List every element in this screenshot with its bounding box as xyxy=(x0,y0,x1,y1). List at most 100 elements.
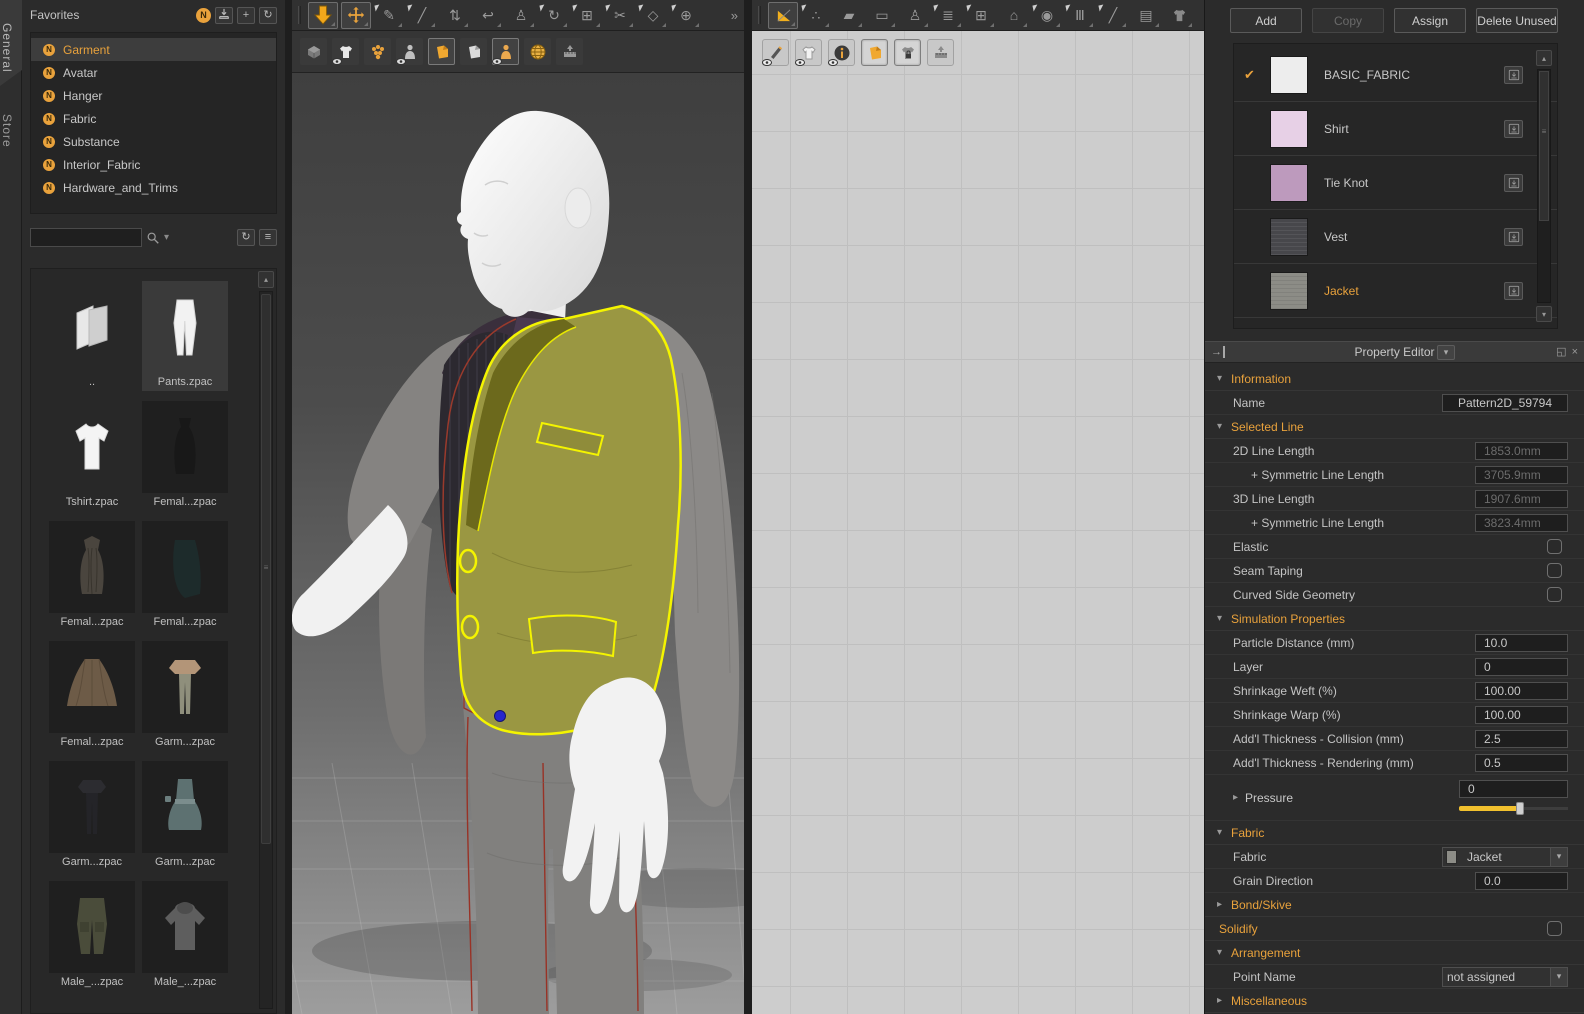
edit-pattern-tool[interactable]: ∴ xyxy=(801,2,831,29)
pen-3d-tool[interactable]: ✎ xyxy=(374,2,404,29)
segment-sewing-tool[interactable]: ⊞ xyxy=(966,2,996,29)
shrink-tool[interactable]: ◉ xyxy=(1032,2,1062,29)
scroll-up-button[interactable]: ▴ xyxy=(1536,50,1552,66)
fabric-swatch[interactable] xyxy=(1270,272,1308,310)
search-filter-caret[interactable]: ▾ xyxy=(164,232,169,243)
close-panel-button[interactable]: × xyxy=(1572,345,1578,359)
add-favorite-button[interactable]: + xyxy=(237,7,255,24)
scroll-down-button[interactable]: ▾ xyxy=(1536,306,1552,322)
view-mode-button[interactable]: ≡ xyxy=(259,229,277,246)
avatar-tool[interactable]: ♙ xyxy=(506,2,536,29)
tab-store[interactable]: Store xyxy=(0,102,22,160)
rectangle-tool[interactable]: ▭ xyxy=(867,2,897,29)
section-bond-skive[interactable]: ▸ Bond/Skive xyxy=(1205,893,1584,917)
simulate-button[interactable] xyxy=(308,2,338,29)
2d-pattern-canvas[interactable] xyxy=(752,31,1204,1014)
scrollbar-track[interactable]: ≡ xyxy=(259,291,273,1009)
name-input[interactable]: Pattern2D_59794 xyxy=(1442,394,1568,412)
library-item-tshirt[interactable]: Tshirt.zpac xyxy=(49,401,135,511)
fabric-assign-button[interactable]: Assign xyxy=(1394,8,1466,33)
slider-knob[interactable] xyxy=(1516,802,1524,815)
library-item-garment-outfit-1[interactable]: Garm...zpac xyxy=(142,641,228,751)
library-item-garment-dress[interactable]: Garm...zpac xyxy=(142,761,228,871)
fabric-save-button[interactable] xyxy=(1504,66,1523,84)
transform-pattern-tool[interactable] xyxy=(768,2,798,29)
polygon-tool[interactable]: ▰ xyxy=(834,2,864,29)
library-item-female-skirt-2[interactable]: Femal...zpac xyxy=(49,641,135,751)
tape-measure-2d-toggle[interactable] xyxy=(927,39,954,66)
favorites-item-interior-fabric[interactable]: N Interior_Fabric xyxy=(31,153,276,176)
scroll-up-button[interactable]: ▴ xyxy=(258,271,274,288)
selected-point-blue[interactable] xyxy=(495,711,506,722)
show-pattern-fill-2d-toggle[interactable] xyxy=(861,39,888,66)
fabric-swatch[interactable] xyxy=(1270,218,1308,256)
show-avatar-silhouette-toggle[interactable] xyxy=(492,38,519,65)
fabric-row-basic-fabric[interactable]: ✔ BASIC_FABRIC xyxy=(1234,48,1557,102)
library-item-pants[interactable]: Pants.zpac xyxy=(142,281,228,391)
show-pattern-info-toggle[interactable] xyxy=(828,39,855,66)
show-stroke-toggle[interactable] xyxy=(762,39,789,66)
grain-direction-input[interactable]: 0.0 xyxy=(1475,872,1568,890)
library-item-folder-up[interactable]: .. xyxy=(49,281,135,391)
fabric-save-button[interactable] xyxy=(1504,120,1523,138)
section-information[interactable]: ▾ Information xyxy=(1205,367,1584,391)
shrinkage-weft-input[interactable]: 100.00 xyxy=(1475,682,1568,700)
fabric-row-shirt[interactable]: Shirt xyxy=(1234,102,1557,156)
favorites-item-avatar[interactable]: N Avatar xyxy=(31,61,276,84)
fold-arrangement-tool[interactable]: ↩ xyxy=(473,2,503,29)
fabric-save-button[interactable] xyxy=(1504,174,1523,192)
show-environment-toggle[interactable] xyxy=(524,38,551,65)
grid-sewing-tool[interactable]: ⊞ xyxy=(572,2,602,29)
show-pattern-fill-toggle[interactable] xyxy=(428,38,455,65)
elastic-checkbox[interactable] xyxy=(1547,539,1562,554)
section-arrangement[interactable]: ▾ Arrangement xyxy=(1205,941,1584,965)
fabric-row-vest[interactable]: Vest xyxy=(1234,210,1557,264)
notch-tool[interactable]: ╱ xyxy=(1098,2,1128,29)
section-simulation-properties[interactable]: ▾ Simulation Properties xyxy=(1205,607,1584,631)
toolbar-handle[interactable] xyxy=(298,6,301,24)
fabric-save-button[interactable] xyxy=(1504,228,1523,246)
fabric-delete-unused-button[interactable]: Delete Unused xyxy=(1476,8,1558,33)
scrollbar-thumb[interactable]: ≡ xyxy=(261,294,271,844)
show-garment-2d-toggle[interactable] xyxy=(795,39,822,66)
solidify-checkbox[interactable] xyxy=(1547,921,1562,936)
pressure-slider[interactable] xyxy=(1459,802,1568,815)
favorites-item-substance[interactable]: N Substance xyxy=(31,130,276,153)
3d-canvas[interactable] xyxy=(292,73,744,1014)
search-icon[interactable] xyxy=(146,231,160,245)
favorites-item-hardware-and-trims[interactable]: N Hardware_and_Trims xyxy=(31,176,276,199)
popout-panel-button[interactable]: ◱ xyxy=(1556,345,1566,359)
pin-box-tool[interactable]: ◇ xyxy=(638,2,668,29)
import-button[interactable] xyxy=(215,7,233,24)
search-input[interactable] xyxy=(30,228,142,247)
garment-3d-tool[interactable] xyxy=(1164,2,1194,29)
point-name-dropdown[interactable]: not assigned ▾ xyxy=(1442,967,1568,987)
thickness-collision-input[interactable]: 2.5 xyxy=(1475,730,1568,748)
fabric-dropdown[interactable]: Jacket ▾ xyxy=(1442,847,1568,867)
refresh-favorites-button[interactable]: ↻ xyxy=(259,7,277,24)
library-item-male-hoodie[interactable]: Male_...zpac xyxy=(142,881,228,991)
library-item-male-pants[interactable]: Male_...zpac xyxy=(49,881,135,991)
thickness-rendering-input[interactable]: 0.5 xyxy=(1475,754,1568,772)
trace-avatar-tool[interactable]: ♙ xyxy=(900,2,930,29)
swap-garment-tool[interactable]: ⇅ xyxy=(440,2,470,29)
section-fabric[interactable]: ▾ Fabric xyxy=(1205,821,1584,845)
viewport-divider[interactable] xyxy=(744,0,752,1014)
fabric-row-tie-knot[interactable]: Tie Knot xyxy=(1234,156,1557,210)
pressure-input[interactable]: 0 xyxy=(1459,780,1568,798)
refresh-library-button[interactable]: ↻ xyxy=(237,229,255,246)
pin-tool[interactable]: ╱ xyxy=(407,2,437,29)
section-solidify[interactable]: Solidify xyxy=(1205,917,1584,941)
particle-distance-input[interactable]: 10.0 xyxy=(1475,634,1568,652)
show-particles-toggle[interactable] xyxy=(364,38,391,65)
library-item-garment-outfit-2[interactable]: Garm...zpac xyxy=(49,761,135,871)
layer-input[interactable]: 0 xyxy=(1475,658,1568,676)
fabric-save-button[interactable] xyxy=(1504,282,1523,300)
tab-general[interactable]: General xyxy=(0,0,22,86)
lock-garment-toggle[interactable] xyxy=(894,39,921,66)
steam-iron-tool[interactable]: ⌂ xyxy=(999,2,1029,29)
fabric-add-button[interactable]: Add xyxy=(1230,8,1302,33)
toolbar-handle[interactable] xyxy=(758,6,761,24)
show-pattern-toggle[interactable] xyxy=(460,38,487,65)
fabric-swatch[interactable] xyxy=(1270,110,1308,148)
